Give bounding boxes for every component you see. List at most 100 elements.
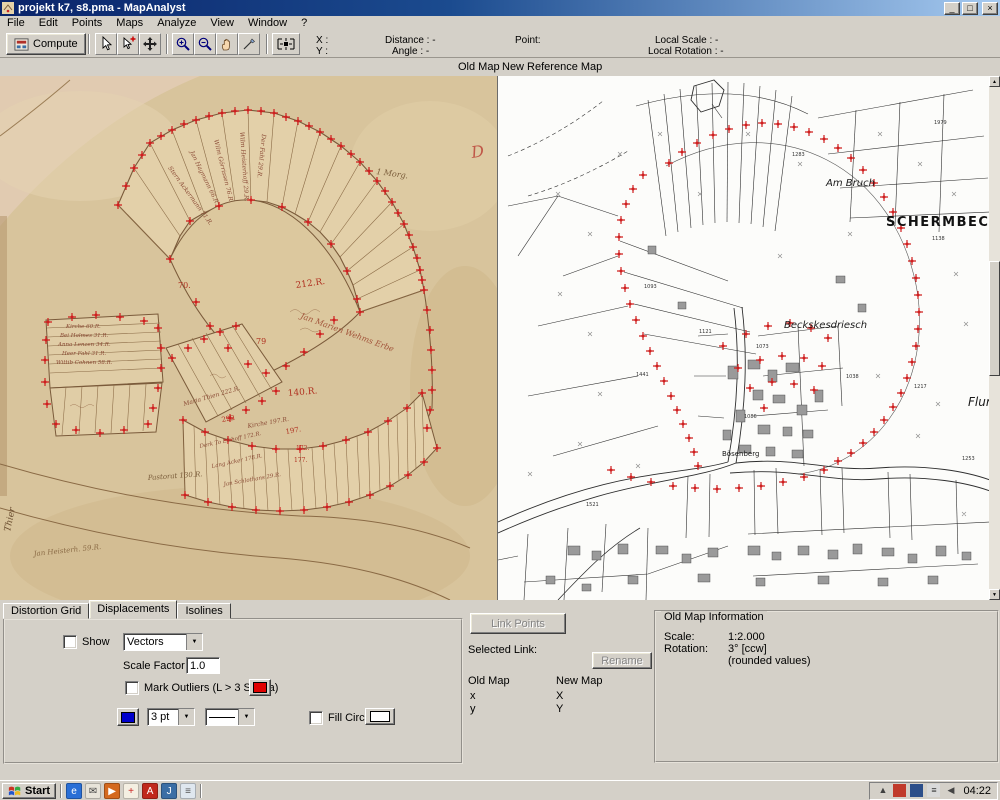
scroll-down-button[interactable]: ▼ xyxy=(989,589,1000,600)
vector-color-button[interactable] xyxy=(117,708,139,726)
maximize-button[interactable]: □ xyxy=(962,2,978,15)
zoom-out-button[interactable] xyxy=(194,33,216,55)
chevron-down-icon[interactable]: ▼ xyxy=(186,634,202,650)
link-points-button[interactable]: Link Points xyxy=(470,613,566,634)
hide-icons-icon[interactable]: ▲ xyxy=(876,784,889,797)
close-button[interactable]: × xyxy=(982,2,998,15)
map-label: 1093 xyxy=(644,284,657,290)
fill-circles-checkbox[interactable] xyxy=(309,711,323,725)
compute-button[interactable]: Compute xyxy=(6,33,86,55)
tab-bar: Distortion GridDisplacementsIsolines xyxy=(3,602,231,619)
map-label: Bei Halmes 31.R. xyxy=(59,333,109,339)
line-style-select[interactable]: ▼ xyxy=(205,708,255,726)
old-map-column-header: Old Map xyxy=(468,675,510,687)
status-x-label: X : xyxy=(316,35,328,46)
map-label: 1073 xyxy=(756,344,769,350)
menu-item-analyze[interactable]: Analyze xyxy=(150,16,203,30)
chevron-down-icon[interactable]: ▼ xyxy=(178,709,194,725)
mark-outliers-checkbox[interactable] xyxy=(125,681,139,695)
old-map-pane[interactable]: D1 Morg.212.R.Jan Marien Wehms Erbe140.R… xyxy=(0,76,497,600)
map-label: 1283 xyxy=(792,152,805,158)
java-icon[interactable]: J xyxy=(161,783,177,799)
tab-isolines[interactable]: Isolines xyxy=(177,603,230,619)
compute-icon xyxy=(14,37,29,52)
taskbar-divider xyxy=(200,784,202,798)
old-map-canvas[interactable]: D1 Morg.212.R.Jan Marien Wehms Erbe140.R… xyxy=(0,76,497,600)
media-player-icon[interactable]: ▶ xyxy=(104,783,120,799)
fill-color-button[interactable] xyxy=(365,708,395,725)
show-label: Show xyxy=(82,636,110,648)
clock[interactable]: 04:22 xyxy=(961,785,991,797)
tab-displacements[interactable]: Displacements xyxy=(89,600,177,619)
new-map-column-header: New Map xyxy=(556,675,602,687)
map-label: 1979 xyxy=(934,120,947,126)
map-label: SCHERMBECK xyxy=(886,215,989,230)
window-title: projekt k7, s8.pma - MapAnalyst xyxy=(18,1,944,16)
menu-item-help[interactable]: ? xyxy=(294,16,314,30)
set-point-tool-button[interactable] xyxy=(117,33,139,55)
select-points-tool-button[interactable] xyxy=(95,33,117,55)
internet-explorer-icon[interactable]: e xyxy=(66,783,82,799)
status-distance-label: Distance : - xyxy=(385,35,436,46)
minimize-button[interactable]: _ xyxy=(944,2,960,15)
new-map-canvas[interactable]: Am BruchSCHERMBECKBeckskesdrieschFlurBös… xyxy=(498,76,989,600)
pan-hand-tool-button[interactable] xyxy=(216,33,238,55)
map-label: Heer Fahl 31.R. xyxy=(61,351,106,357)
vertical-scrollbar[interactable]: ▲ ▼ xyxy=(989,76,1000,600)
acrobat-reader-icon[interactable]: A xyxy=(142,783,158,799)
move-point-tool-button[interactable] xyxy=(139,33,161,55)
rounded-values-note: (rounded values) xyxy=(728,655,811,667)
zoom-out-icon xyxy=(197,36,213,52)
status-point-label: Point: xyxy=(515,35,541,46)
status-local-scale-label: Local Scale : - xyxy=(655,35,718,46)
keyboard-layout-icon[interactable]: ≡ xyxy=(927,784,940,797)
rename-button[interactable]: Rename xyxy=(592,652,652,669)
start-button[interactable]: Start xyxy=(2,783,56,799)
scroll-up-button[interactable]: ▲ xyxy=(989,76,1000,87)
menu-item-maps[interactable]: Maps xyxy=(109,16,150,30)
new-y-label: Y xyxy=(556,703,563,715)
notes-icon[interactable]: ≡ xyxy=(180,783,196,799)
new-x-label: X xyxy=(556,690,563,702)
menu-item-window[interactable]: Window xyxy=(241,16,294,30)
displacement-type-select[interactable]: Vectors ▼ xyxy=(123,633,203,651)
menu-item-file[interactable]: File xyxy=(0,16,32,30)
center-view-icon xyxy=(274,36,298,52)
line-width-select[interactable]: 3 pt ▼ xyxy=(147,708,195,726)
volume-icon[interactable]: ◀ xyxy=(944,784,957,797)
chevron-down-icon[interactable]: ▼ xyxy=(238,709,254,725)
zoom-in-icon xyxy=(175,36,191,52)
tab-distortion-grid[interactable]: Distortion Grid xyxy=(3,603,89,619)
line-width-value: 3 pt xyxy=(148,711,178,723)
outlier-color-swatch xyxy=(253,682,267,693)
displacement-type-value: Vectors xyxy=(124,636,186,648)
map-label: Am Bruch xyxy=(825,178,875,189)
menu-item-edit[interactable]: Edit xyxy=(32,16,65,30)
menu-item-view[interactable]: View xyxy=(203,16,241,30)
show-checkbox[interactable] xyxy=(63,635,77,649)
email-icon[interactable]: ✉ xyxy=(85,783,101,799)
app-tray-blue-icon[interactable] xyxy=(910,784,923,797)
map-label: Wittib Cohnen 58.R. xyxy=(56,360,113,366)
scroll-thumb[interactable] xyxy=(989,261,1000,376)
compute-label: Compute xyxy=(33,38,78,50)
old-x-label: x xyxy=(470,690,476,702)
bottom-panel: Distortion GridDisplacementsIsolines Sho… xyxy=(0,600,1000,780)
show-all-button[interactable] xyxy=(272,33,300,55)
scale-factor-input[interactable] xyxy=(186,657,220,674)
menu-item-points[interactable]: Points xyxy=(65,16,110,30)
zoom-in-button[interactable] xyxy=(172,33,194,55)
outlier-color-button[interactable] xyxy=(249,679,271,696)
app-tray-red-icon[interactable] xyxy=(893,784,906,797)
map-label: 79 xyxy=(256,337,266,346)
measure-tool-button[interactable] xyxy=(238,33,260,55)
toolbar-separator xyxy=(166,34,168,54)
map-label: 1038 xyxy=(846,374,859,380)
new-map-pane[interactable]: Am BruchSCHERMBECKBeckskesdrieschFlurBös… xyxy=(497,76,989,600)
map-label: 1138 xyxy=(932,236,945,242)
status-local-rotation-label: Local Rotation : - xyxy=(648,46,724,57)
pen-icon xyxy=(241,36,257,52)
mapanalyst-icon[interactable]: + xyxy=(123,783,139,799)
map-label: 1121 xyxy=(699,329,712,335)
old-y-label: y xyxy=(470,703,476,715)
